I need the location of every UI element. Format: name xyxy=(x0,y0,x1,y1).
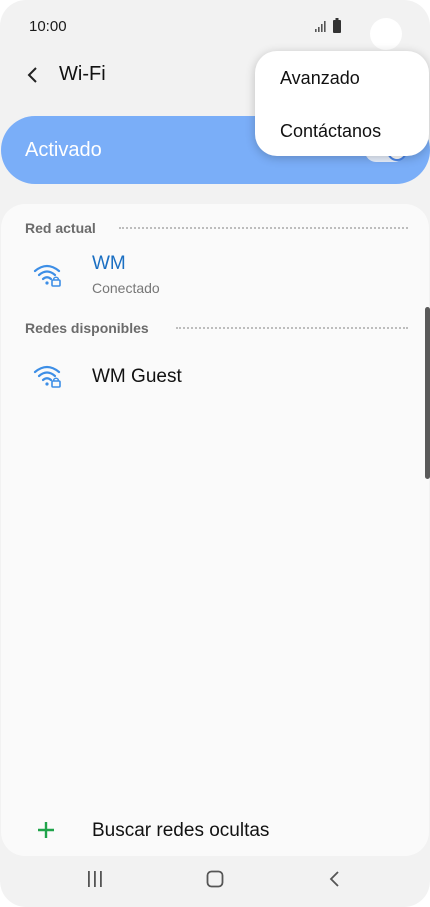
wifi-master-toggle-label: Activado xyxy=(25,139,102,161)
recent-apps-button[interactable] xyxy=(75,870,115,896)
overflow-menu: Avanzado Contáctanos xyxy=(255,51,429,156)
battery-icon xyxy=(333,18,341,33)
status-time: 10:00 xyxy=(29,18,67,35)
back-icon xyxy=(329,871,339,887)
signal-icon xyxy=(315,21,326,32)
section-header-current: Red actual xyxy=(25,220,96,236)
back-button[interactable] xyxy=(20,60,48,90)
home-icon xyxy=(206,870,224,888)
wifi-lock-icon xyxy=(33,365,61,388)
wifi-lock-icon xyxy=(33,264,61,287)
network-row-current[interactable]: WM Conectado xyxy=(1,248,429,300)
section-header-available: Redes disponibles xyxy=(25,320,149,336)
camera-cutout xyxy=(370,18,402,50)
section-divider xyxy=(119,227,408,229)
network-name: WM xyxy=(92,253,126,274)
menu-item-advanced[interactable]: Avanzado xyxy=(280,58,360,98)
page-title: Wi-Fi xyxy=(59,63,106,85)
add-hidden-network-label: Buscar redes ocultas xyxy=(92,820,270,841)
plus-icon xyxy=(38,822,54,838)
network-name: WM Guest xyxy=(92,366,182,387)
phone-screen: 10:00 Wi-Fi Activado Red actual WM Conec… xyxy=(0,0,430,907)
status-bar: 10:00 xyxy=(0,0,430,50)
scrollbar[interactable] xyxy=(425,307,430,479)
network-row-available[interactable]: WM Guest xyxy=(1,357,429,399)
home-button[interactable] xyxy=(195,870,235,896)
section-divider xyxy=(176,327,408,329)
recent-apps-icon xyxy=(88,871,102,887)
menu-item-contact[interactable]: Contáctanos xyxy=(280,111,381,151)
network-list-card: Red actual WM Conectado Redes disponible… xyxy=(1,204,429,856)
chevron-left-icon xyxy=(27,67,37,83)
nav-back-button[interactable] xyxy=(315,870,355,896)
network-status: Conectado xyxy=(92,280,160,296)
navigation-bar xyxy=(0,858,430,907)
add-hidden-network-button[interactable]: Buscar redes ocultas xyxy=(1,812,429,852)
